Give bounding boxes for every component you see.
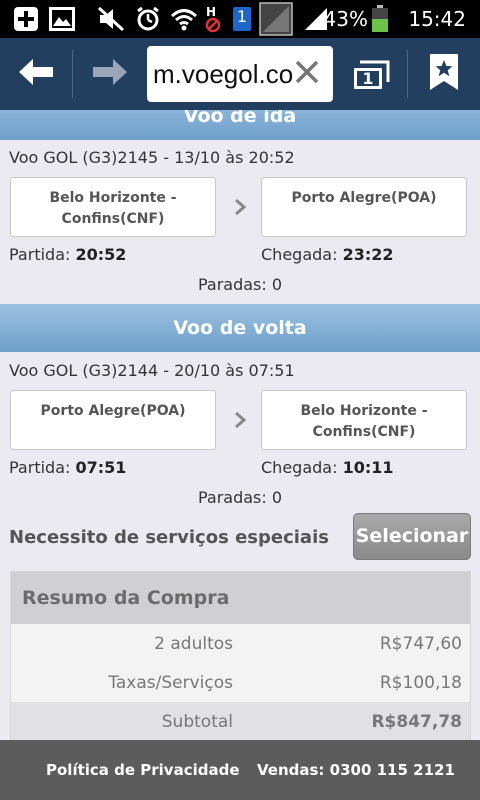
no-sim-icon: H bbox=[203, 5, 223, 33]
forward-arrow-icon bbox=[92, 58, 127, 90]
back-button[interactable] bbox=[0, 38, 72, 110]
sales-phone-link[interactable]: Vendas: 0300 115 2121 bbox=[257, 761, 455, 779]
departure-time: 07:51 bbox=[75, 458, 127, 477]
purchase-summary: Resumo da Compra 2 adultos R$747,60 Taxa… bbox=[10, 571, 471, 740]
summary-row-value: R$847,78 bbox=[371, 712, 462, 732]
image-icon bbox=[48, 6, 76, 32]
arrival-label: Chegada: bbox=[261, 245, 338, 264]
tab-count: 1 bbox=[362, 69, 374, 88]
outbound-header: Voo de ida bbox=[0, 110, 480, 140]
mute-icon bbox=[96, 6, 126, 32]
outbound-arrival: Chegada: 23:22 bbox=[261, 245, 394, 264]
battery-icon bbox=[370, 5, 390, 32]
arrival-time: 23:22 bbox=[342, 245, 394, 264]
arrival-label: Chegada: bbox=[261, 458, 338, 477]
summary-row-adults: 2 adultos R$747,60 bbox=[11, 624, 470, 663]
outbound-stops: Paradas: 0 bbox=[197, 275, 283, 294]
summary-row-label: 2 adultos bbox=[154, 634, 233, 654]
status-bar: H 1 43% 15:42 bbox=[0, 0, 480, 38]
privacy-policy-link[interactable]: Política de Privacidade bbox=[46, 761, 240, 779]
outbound-flight-info: Voo GOL (G3)2145 - 13/10 às 20:52 bbox=[9, 148, 295, 167]
tabs-button[interactable]: 1 bbox=[336, 38, 406, 110]
screenshot-thumbnail-icon bbox=[258, 1, 294, 37]
chevron-right-icon bbox=[230, 410, 250, 430]
forward-button[interactable] bbox=[73, 38, 146, 110]
page-content: Voo de ida Voo GOL (G3)2145 - 13/10 às 2… bbox=[0, 110, 480, 740]
return-destination: Belo Horizonte - Confins(CNF) bbox=[261, 390, 467, 450]
wifi-icon bbox=[170, 6, 198, 32]
arrival-time: 10:11 bbox=[342, 458, 394, 477]
outbound-origin: Belo Horizonte - Confins(CNF) bbox=[10, 177, 216, 237]
battery-percent: 43% bbox=[323, 7, 368, 31]
departure-label: Partida: bbox=[9, 458, 71, 477]
summary-row-label: Taxas/Serviços bbox=[108, 673, 233, 693]
summary-row-value: R$747,60 bbox=[379, 634, 462, 654]
summary-row-subtotal: Subtotal R$847,78 bbox=[11, 702, 470, 740]
summary-row-fees: Taxas/Serviços R$100,18 bbox=[11, 663, 470, 702]
notification-badge: 1 bbox=[236, 7, 248, 26]
return-flight-info: Voo GOL (G3)2144 - 20/10 às 07:51 bbox=[9, 361, 295, 380]
tabs-icon: 1 bbox=[351, 57, 391, 91]
departure-label: Partida: bbox=[9, 245, 71, 264]
url-bar[interactable]: m.voegol.com bbox=[147, 46, 333, 102]
return-origin: Porto Alegre(POA) bbox=[10, 390, 216, 450]
summary-row-label: Subtotal bbox=[161, 712, 233, 732]
footer: Política de Privacidade Vendas: 0300 115… bbox=[0, 740, 480, 800]
outbound-destination: Porto Alegre(POA) bbox=[261, 177, 467, 237]
back-arrow-icon bbox=[19, 58, 53, 90]
return-arrival: Chegada: 10:11 bbox=[261, 458, 394, 477]
add-icon bbox=[12, 6, 40, 32]
special-services-label: Necessito de serviços especiais bbox=[9, 527, 329, 548]
return-header: Voo de volta bbox=[0, 304, 480, 352]
select-special-services-button[interactable]: Selecionar bbox=[353, 513, 471, 560]
summary-row-value: R$100,18 bbox=[379, 673, 462, 693]
clock: 15:42 bbox=[408, 7, 466, 31]
notification-count-icon: 1 bbox=[231, 6, 253, 32]
bookmark-star-icon bbox=[429, 53, 459, 95]
svg-text:H: H bbox=[206, 5, 216, 19]
outbound-departure: Partida: 20:52 bbox=[9, 245, 126, 264]
chevron-right-icon bbox=[230, 197, 250, 217]
return-stops: Paradas: 0 bbox=[197, 488, 283, 507]
url-text[interactable]: m.voegol.com bbox=[153, 58, 293, 90]
summary-title: Resumo da Compra bbox=[11, 572, 470, 624]
bookmarks-button[interactable] bbox=[408, 38, 480, 110]
clear-icon bbox=[294, 59, 320, 89]
clear-url-button[interactable] bbox=[289, 56, 325, 92]
return-departure: Partida: 07:51 bbox=[9, 458, 126, 477]
browser-toolbar: m.voegol.com 1 bbox=[0, 38, 480, 110]
alarm-icon bbox=[134, 6, 162, 32]
departure-time: 20:52 bbox=[75, 245, 127, 264]
